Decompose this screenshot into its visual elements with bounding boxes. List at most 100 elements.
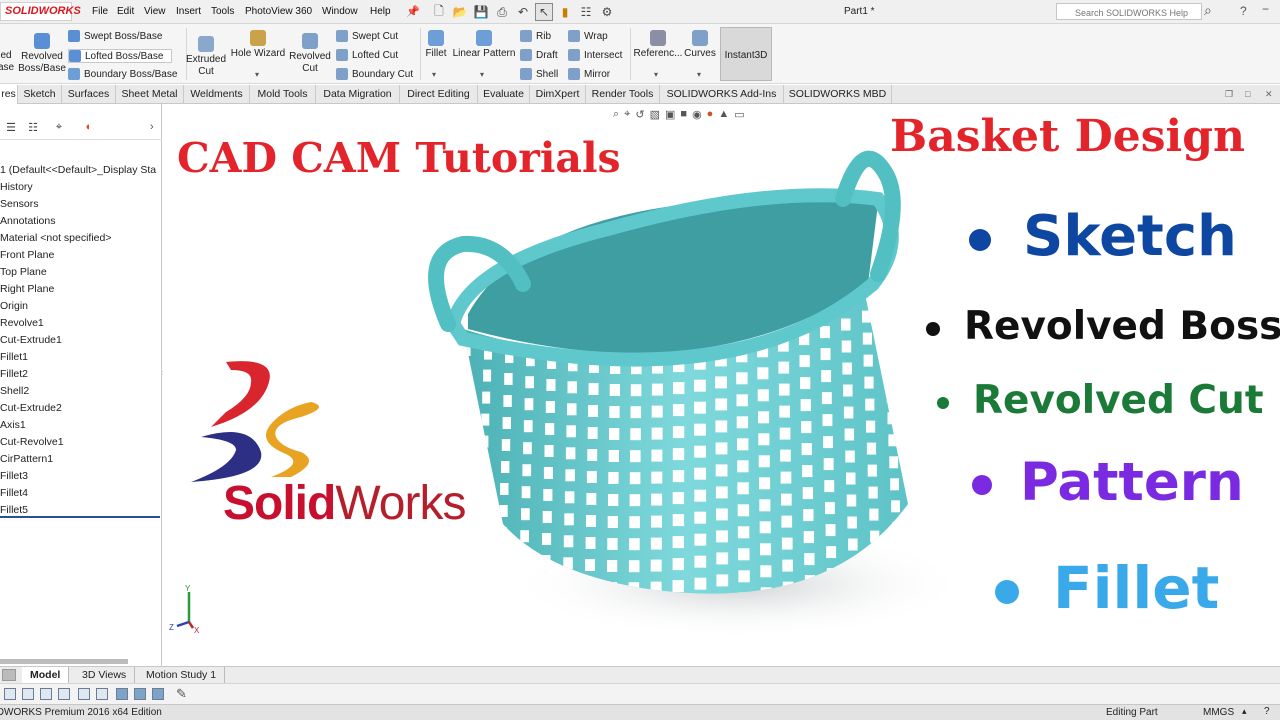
graphics-area[interactable]: ⌕ ⌖ ↺ ▧ ▣ ■ ◉ ● ▲ ▭ CAD CAM Tutorials Ba… bbox=[163, 104, 1280, 666]
rebuild-icon[interactable]: ▮ bbox=[556, 3, 574, 21]
scroll-left-icon[interactable] bbox=[2, 669, 16, 681]
feature-tree-item[interactable]: Origin bbox=[0, 298, 162, 315]
coordinate-triad[interactable]: Y Z X bbox=[169, 582, 209, 634]
lofted-boss-button[interactable]: Lofted Boss/Base bbox=[68, 49, 173, 63]
menu-file[interactable]: File bbox=[92, 6, 108, 17]
feature-tree-item[interactable]: Cut-Extrude1 bbox=[0, 332, 162, 349]
tab-data-migration[interactable]: Data Migration bbox=[316, 85, 400, 104]
tab-render-tools[interactable]: Render Tools bbox=[586, 85, 660, 104]
minimize-icon[interactable]: − bbox=[1262, 2, 1269, 16]
tab-dimxpert[interactable]: DimXpert bbox=[530, 85, 586, 104]
tab-mold-tools[interactable]: Mold Tools bbox=[250, 85, 316, 104]
hole-wizard-button[interactable]: Hole Wizard bbox=[228, 30, 288, 60]
zoom-area-icon[interactable]: ⌖ bbox=[624, 108, 630, 121]
feature-tree-item[interactable]: Revolve1 bbox=[0, 315, 162, 332]
intersect-button[interactable]: Intersect bbox=[568, 49, 622, 61]
display-style-icon[interactable]: ■ bbox=[680, 108, 687, 121]
close-icon[interactable]: ✕ bbox=[1265, 89, 1273, 100]
menu-edit[interactable]: Edit bbox=[117, 6, 134, 17]
fillet-button[interactable]: Fillet bbox=[420, 30, 452, 60]
menu-help[interactable]: Help bbox=[370, 6, 391, 17]
extruded-boss-partial[interactable]: ed ase bbox=[0, 50, 14, 74]
pin-icon[interactable]: 📌 bbox=[406, 5, 420, 18]
feature-tree-item[interactable]: Axis1 bbox=[0, 417, 162, 434]
tab-solidworks-mbd[interactable]: SOLIDWORKS MBD bbox=[784, 85, 892, 104]
feature-tree-item[interactable]: Fillet4 bbox=[0, 485, 162, 502]
menu-tools[interactable]: Tools bbox=[211, 6, 234, 17]
save-icon[interactable]: 💾 bbox=[472, 3, 490, 21]
configuration-manager-icon[interactable]: ⌖ bbox=[48, 121, 70, 137]
units-text[interactable]: MMGS bbox=[1203, 707, 1234, 718]
tab-features[interactable]: res bbox=[0, 85, 18, 104]
feature-tree-item[interactable]: Cut-Extrude2 bbox=[0, 400, 162, 417]
print-icon[interactable]: ⎙ bbox=[493, 3, 511, 21]
undo-icon[interactable]: ↶ bbox=[514, 3, 532, 21]
tab-model[interactable]: Model bbox=[22, 667, 70, 684]
view-orientation-icon[interactable]: ▣ bbox=[665, 108, 675, 121]
tab-solidworks-add-ins[interactable]: SOLIDWORKS Add-Ins bbox=[660, 85, 784, 104]
view-front-icon[interactable] bbox=[4, 688, 16, 700]
section-view-icon[interactable]: ▧ bbox=[650, 108, 660, 121]
fillet-dropdown-icon[interactable]: ▾ bbox=[432, 70, 436, 79]
tab-weldments[interactable]: Weldments bbox=[184, 85, 250, 104]
feature-tree-item[interactable]: Material <not specified> bbox=[0, 230, 162, 247]
hole-wizard-dropdown-icon[interactable]: ▾ bbox=[255, 70, 259, 79]
feature-tree-icon[interactable]: ☰ bbox=[0, 121, 22, 137]
solidworks-logo[interactable]: SOLIDWORKS bbox=[0, 2, 81, 21]
extruded-cut-button[interactable]: Extruded Cut bbox=[184, 36, 228, 78]
view-settings-icon[interactable]: ▭ bbox=[734, 108, 744, 121]
reference-geometry-button[interactable]: Referenc... bbox=[633, 30, 683, 60]
tab-surfaces[interactable]: Surfaces bbox=[62, 85, 116, 104]
pencil-icon[interactable]: ✎ bbox=[176, 686, 187, 702]
units-dropdown-icon[interactable]: ▴ bbox=[1242, 706, 1247, 717]
help-question-icon[interactable]: ? bbox=[1240, 4, 1247, 18]
feature-tree-item[interactable]: 1 (Default<<Default>_Display Sta bbox=[0, 162, 162, 179]
select-cursor-icon[interactable]: ↖ bbox=[535, 3, 553, 21]
shell-button[interactable]: Shell bbox=[520, 68, 558, 80]
curves-button[interactable]: Curves bbox=[682, 30, 718, 60]
search-icon[interactable]: ⌕ bbox=[1204, 2, 1212, 19]
view-back-icon[interactable] bbox=[22, 688, 34, 700]
feature-tree-item[interactable]: Fillet1 bbox=[0, 349, 162, 366]
revolved-cut-button[interactable]: Revolved Cut bbox=[288, 33, 332, 75]
scrollbar-thumb[interactable] bbox=[0, 659, 128, 664]
options-gear-icon[interactable]: ⚙ bbox=[598, 3, 616, 21]
view-trimetric-icon[interactable] bbox=[134, 688, 146, 700]
swept-boss-button[interactable]: Swept Boss/Base bbox=[68, 30, 162, 42]
view-bottom-icon[interactable] bbox=[96, 688, 108, 700]
feature-tree-item[interactable]: Annotations bbox=[0, 213, 162, 230]
view-isometric-icon[interactable] bbox=[116, 688, 128, 700]
pattern-dropdown-icon[interactable]: ▾ bbox=[480, 70, 484, 79]
feature-tree-item[interactable]: Fillet2 bbox=[0, 366, 162, 383]
swept-cut-button[interactable]: Swept Cut bbox=[336, 30, 398, 42]
view-top-icon[interactable] bbox=[78, 688, 90, 700]
instant3d-button[interactable]: Instant3D bbox=[720, 27, 772, 81]
view-right-icon[interactable] bbox=[58, 688, 70, 700]
boundary-cut-button[interactable]: Boundary Cut bbox=[336, 68, 413, 80]
wrap-button[interactable]: Wrap bbox=[568, 30, 608, 42]
tab-3d-views[interactable]: 3D Views bbox=[74, 667, 136, 684]
chevron-right-icon[interactable]: › bbox=[150, 121, 154, 133]
draft-button[interactable]: Draft bbox=[520, 49, 558, 61]
tab-sheet-metal[interactable]: Sheet Metal bbox=[116, 85, 184, 104]
file-properties-icon[interactable]: ☷ bbox=[577, 3, 595, 21]
rib-button[interactable]: Rib bbox=[520, 30, 551, 42]
reference-dropdown-icon[interactable]: ▾ bbox=[654, 70, 658, 79]
view-left-icon[interactable] bbox=[40, 688, 52, 700]
feature-tree-item[interactable]: Fillet3 bbox=[0, 468, 162, 485]
lofted-cut-button[interactable]: Lofted Cut bbox=[336, 49, 398, 61]
feature-tree-item[interactable]: Cut-Revolve1 bbox=[0, 434, 162, 451]
feature-tree-item[interactable]: Sensors bbox=[0, 196, 162, 213]
new-document-icon[interactable]: 🗋 bbox=[430, 3, 448, 21]
display-manager-icon[interactable]: ◐ bbox=[78, 121, 100, 137]
tab-evaluate[interactable]: Evaluate bbox=[478, 85, 530, 104]
menu-insert[interactable]: Insert bbox=[176, 6, 201, 17]
open-folder-icon[interactable]: 📂 bbox=[451, 3, 469, 21]
basket-model[interactable] bbox=[408, 144, 1028, 664]
feature-tree-item[interactable]: CirPattern1 bbox=[0, 451, 162, 468]
tab-sketch[interactable]: Sketch bbox=[18, 85, 62, 104]
rollback-bar[interactable] bbox=[0, 516, 160, 518]
feature-tree-item[interactable]: History bbox=[0, 179, 162, 196]
help-search-input[interactable] bbox=[1056, 3, 1202, 20]
feature-tree-item[interactable]: Right Plane bbox=[0, 281, 162, 298]
